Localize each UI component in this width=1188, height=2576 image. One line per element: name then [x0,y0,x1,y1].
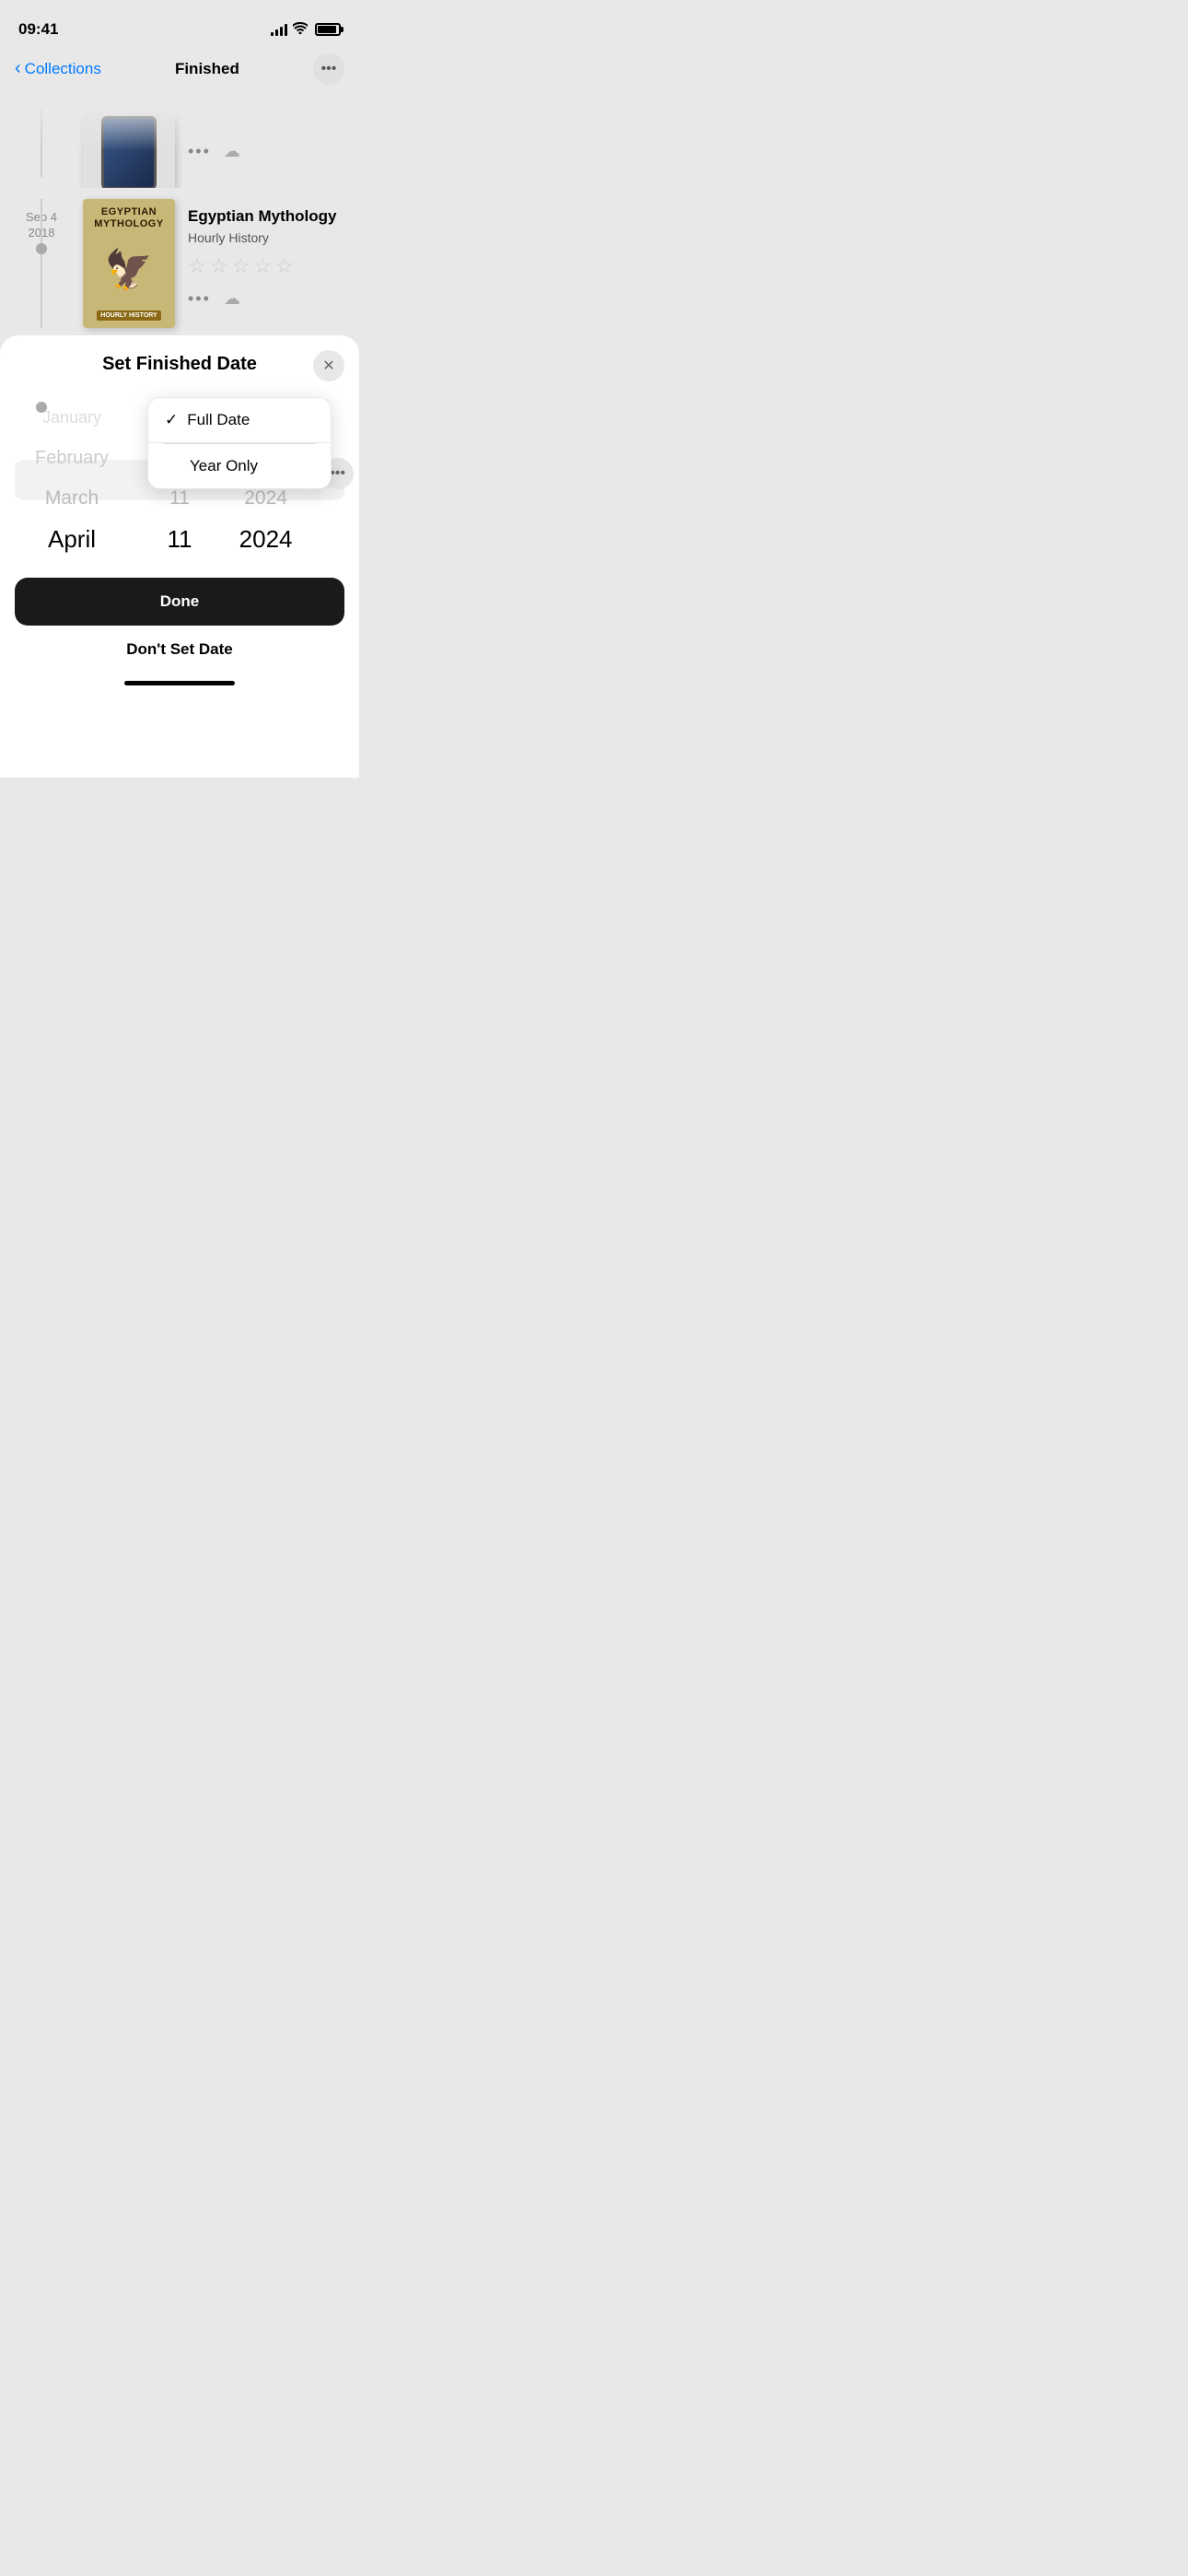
star-rating[interactable]: ☆ ☆ ☆ ☆ ☆ [188,254,344,278]
dropdown-full-date[interactable]: ✓ Full Date [148,398,331,443]
book-info: ••• ☁ [188,107,344,177]
book-cover[interactable] [83,116,175,188]
timeline-col: Sep 42018 [0,199,83,328]
device-image [101,116,157,188]
cover-title: EGYPTIANMYTHOLOGY [94,206,163,230]
more-dots-icon: ••• [330,465,345,482]
timeline-col [0,107,83,177]
date-type-dropdown[interactable]: ✓ Full Date Year Only [147,397,332,489]
star-3[interactable]: ☆ [231,254,250,278]
close-icon: ✕ [322,357,334,375]
options-icon[interactable]: ••• [188,142,211,161]
signal-icon [271,24,287,36]
book-info: Egyptian Mythology Hourly History ☆ ☆ ☆ … [188,199,344,328]
modal-title: Set Finished Date [0,354,359,375]
book-actions: ••• ☁ [188,142,344,161]
full-date-label: Full Date [187,411,250,429]
cover-badge: HOURLY HISTORY [97,310,160,321]
picker-day-selected[interactable]: 11 [144,519,215,559]
star-1[interactable]: ☆ [188,254,206,278]
star-4[interactable]: ☆ [253,254,272,278]
book-actions: ••• ☁ [188,289,344,309]
options-icon[interactable]: ••• [188,289,211,309]
more-button[interactable]: ••• [313,53,344,85]
picker-year-selected[interactable]: 2024 [215,519,316,559]
done-button[interactable]: Done [15,578,344,626]
check-icon: ✓ [165,411,178,429]
back-chevron-icon: ‹ [15,58,21,79]
date-picker[interactable]: January February March April May June Ju… [0,397,359,563]
picker-month-april[interactable]: April [0,519,144,559]
cloud-icon[interactable]: ☁ [224,142,240,161]
modal-close-button[interactable]: ✕ [313,350,344,381]
page-title: Finished [175,60,239,78]
modal-sheet: ✕ Set Finished Date January February Mar… [0,335,359,778]
picker-month-january[interactable]: January [0,397,144,438]
home-indicator [124,681,235,685]
nav-header: ‹ Collections Finished ••• [0,46,359,96]
cloud-icon[interactable]: ☁ [224,289,240,309]
more-icon: ••• [321,61,337,77]
book-content: ••• ☁ [83,107,344,177]
back-button[interactable]: ‹ Collections [15,59,101,79]
book-content: EGYPTIANMYTHOLOGY 🦅 HOURLY HISTORY Egypt… [83,199,344,328]
book-title: Egyptian Mythology [188,206,344,227]
picker-month-february[interactable]: February [0,438,144,478]
picker-year-2025[interactable]: 2025 [215,559,316,563]
status-bar: 09:41 [0,0,359,46]
star-2[interactable]: ☆ [210,254,228,278]
year-only-label: Year Only [190,457,258,475]
cover-illustration: 🦅 [105,248,153,293]
picker-month-may[interactable]: May [0,559,144,563]
status-time: 09:41 [18,20,58,39]
back-label: Collections [25,60,101,78]
picker-day-12[interactable]: 12 [144,559,215,563]
dropdown-year-only[interactable]: Year Only [148,444,331,488]
book-author: Hourly History [188,230,344,245]
list-item: Sep 42018 EGYPTIANMYTHOLOGY 🦅 HOURLY HIS… [0,188,359,346]
book-cover[interactable]: EGYPTIANMYTHOLOGY 🦅 HOURLY HISTORY [83,199,175,328]
dont-set-date-button[interactable]: Don't Set Date [0,626,359,673]
picker-month-march[interactable]: March [0,478,144,519]
list-item: ••• ☁ [0,96,359,188]
wifi-icon [293,22,308,38]
status-icons [271,22,341,38]
battery-icon [315,23,341,36]
month-picker[interactable]: January February March April May June Ju… [0,397,144,563]
star-5[interactable]: ☆ [275,254,294,278]
